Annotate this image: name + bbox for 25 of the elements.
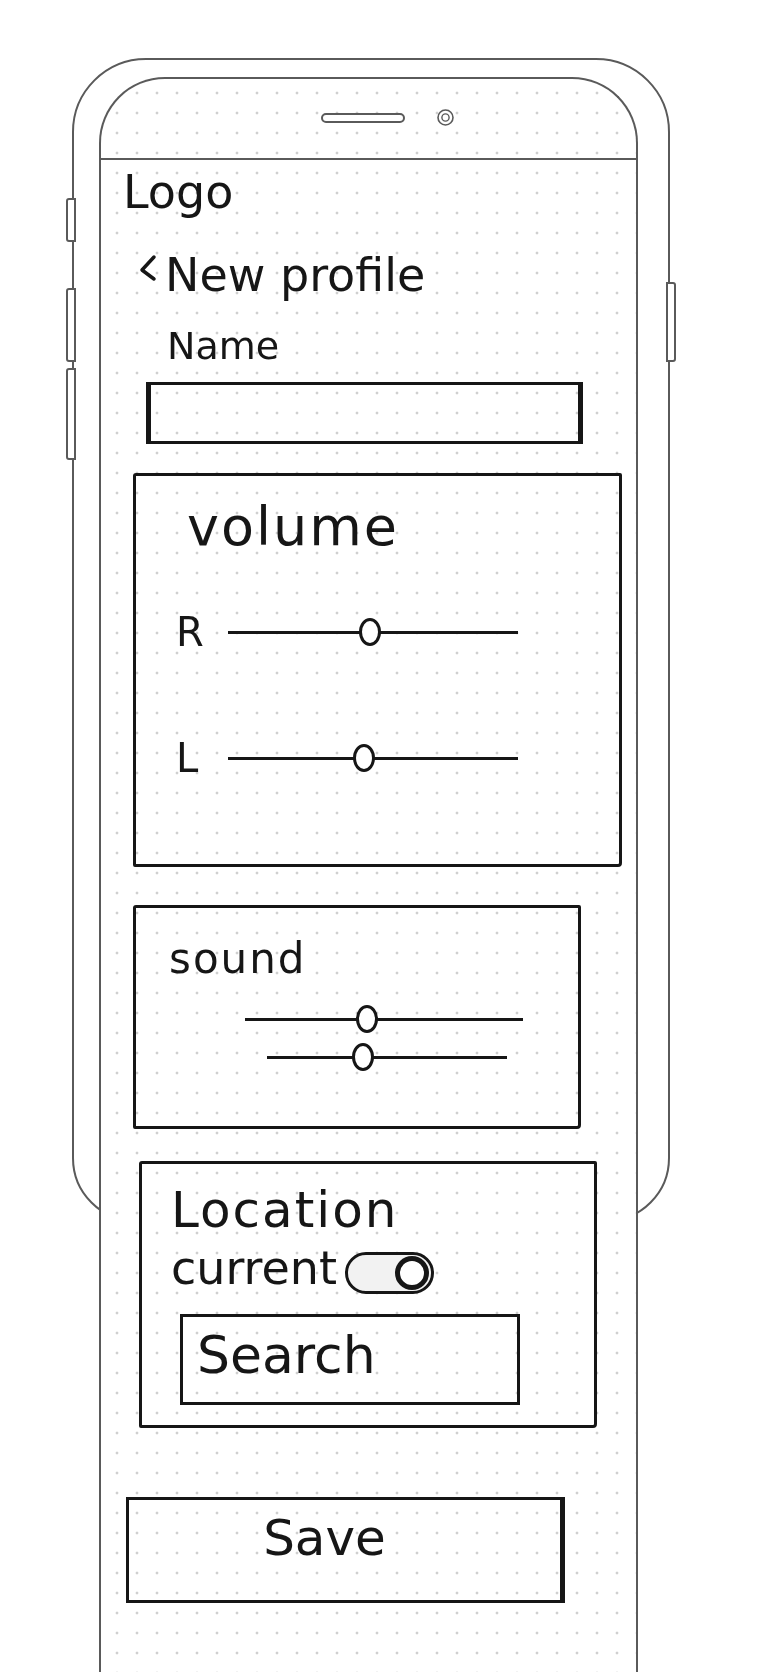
speaker-slot-icon	[321, 112, 405, 123]
save-button[interactable]: Save	[126, 1497, 565, 1603]
page-title: New profile	[165, 247, 426, 304]
field-label: Name	[167, 323, 280, 370]
slider-thumb[interactable]	[353, 744, 376, 772]
phone-side-button[interactable]	[66, 288, 76, 362]
name-input-field[interactable]	[146, 382, 583, 444]
phone-side-button[interactable]	[666, 282, 676, 362]
slider-thumb[interactable]	[359, 618, 382, 646]
slider-thumb[interactable]	[356, 1005, 379, 1033]
back-icon[interactable]	[139, 254, 157, 282]
phone-side-button[interactable]	[66, 198, 76, 242]
phone-side-button[interactable]	[66, 368, 76, 460]
toggle-label: current	[171, 1240, 337, 1296]
slider-thumb[interactable]	[352, 1043, 374, 1071]
panel-title: sound	[169, 934, 307, 984]
toggle-knob-icon	[394, 1256, 429, 1290]
panel-title: Location	[171, 1180, 399, 1240]
channel-label: R	[176, 609, 205, 655]
logo: Logo	[123, 164, 234, 220]
toggle-switch[interactable]	[344, 1252, 434, 1294]
search-field[interactable]: Search	[180, 1314, 520, 1405]
panel-title: volume	[187, 494, 400, 559]
channel-label: L	[176, 735, 200, 781]
camera-lens-icon	[437, 109, 454, 126]
